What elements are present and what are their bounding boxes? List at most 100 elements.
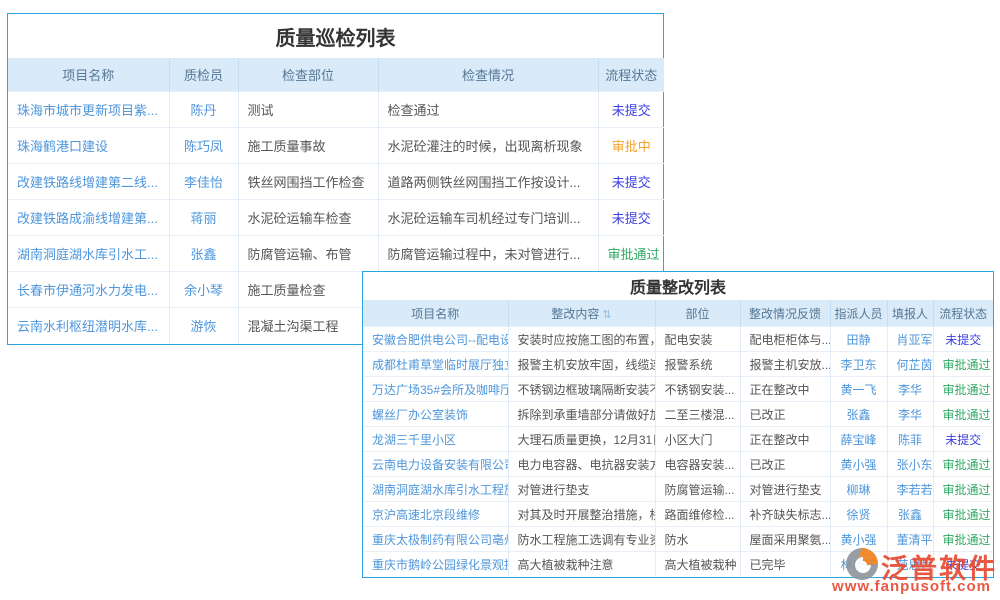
reporter-link[interactable]: 张小东 bbox=[887, 452, 933, 477]
col-header-project-name: 项目名称 bbox=[363, 300, 508, 327]
project-link[interactable]: 安徽合肥供电公司--配电设备... bbox=[363, 327, 508, 352]
assignee-link[interactable]: 柳琳 bbox=[830, 477, 887, 502]
part-cell: 电容器安装... bbox=[655, 452, 740, 477]
status-badge: 审批通过 bbox=[933, 377, 993, 402]
reporter-link[interactable]: 董清平 bbox=[887, 527, 933, 552]
inspector-link[interactable]: 陈巧凤 bbox=[169, 128, 238, 164]
col-header-part: 部位 bbox=[655, 300, 740, 327]
feedback-cell: 报警主机安放... bbox=[740, 352, 830, 377]
inspection-header-row: 项目名称 质检员 检查部位 检查情况 流程状态 bbox=[8, 58, 664, 92]
feedback-cell: 已改正 bbox=[740, 452, 830, 477]
reporter-link[interactable]: 肖亚军 bbox=[887, 327, 933, 352]
project-link[interactable]: 重庆太极制药有限公司亳州中... bbox=[363, 527, 508, 552]
rectify-content-cell: 对管进行垫支 bbox=[508, 477, 655, 502]
rectify-content-cell: 拆除到承重墙部分请做好加固... bbox=[508, 402, 655, 427]
col-header-process-status: 流程状态 bbox=[598, 58, 664, 92]
rectify-content-cell: 电力电容器、电抗器安装方案,... bbox=[508, 452, 655, 477]
reporter-link[interactable]: 李华 bbox=[887, 377, 933, 402]
col-header-feedback: 整改情况反馈 bbox=[740, 300, 830, 327]
project-link[interactable]: 改建铁路成渝线增建第... bbox=[8, 200, 169, 236]
table-row: 重庆太极制药有限公司亳州中...防水工程施工选调有专业资质...防水屋面采用聚氨… bbox=[363, 527, 993, 552]
assignee-link[interactable]: 张鑫 bbox=[830, 402, 887, 427]
rectification-table: 项目名称 整改内容⇅ 部位 整改情况反馈 指派人员 填报人 流程状态 安徽合肥供… bbox=[363, 300, 993, 577]
project-link[interactable]: 湖南洞庭湖水库引水工... bbox=[8, 236, 169, 272]
col-header-project-name: 项目名称 bbox=[8, 58, 169, 92]
assignee-link[interactable]: 薛宝峰 bbox=[830, 427, 887, 452]
feedback-cell: 补齐缺失标志... bbox=[740, 502, 830, 527]
inspected-part-cell: 防腐管运输、布管 bbox=[238, 236, 378, 272]
inspector-link[interactable]: 陈丹 bbox=[169, 92, 238, 128]
status-badge: 审批中 bbox=[598, 128, 664, 164]
table-row: 珠海市城市更新项目紫...陈丹测试检查通过未提交 bbox=[8, 92, 664, 128]
status-badge: 审批通过 bbox=[933, 352, 993, 377]
project-link[interactable]: 重庆市鹅岭公园绿化景观提升... bbox=[363, 552, 508, 577]
reporter-link[interactable]: 何芷茵 bbox=[887, 352, 933, 377]
assignee-link[interactable]: 黄小强 bbox=[830, 527, 887, 552]
col-header-rectify-content[interactable]: 整改内容⇅ bbox=[508, 300, 655, 327]
project-link[interactable]: 螺丝厂办公室装饰 bbox=[363, 402, 508, 427]
table-row: 云南电力设备安装有限公司20...电力电容器、电抗器安装方案,...电容器安装.… bbox=[363, 452, 993, 477]
sort-icon[interactable]: ⇅ bbox=[602, 309, 611, 321]
inspector-link[interactable]: 张鑫 bbox=[169, 236, 238, 272]
reporter-link[interactable]: 李若若 bbox=[887, 477, 933, 502]
rectification-table-body: 安徽合肥供电公司--配电设备...安装时应按施工图的布置，将...配电安装配电柜… bbox=[363, 327, 993, 577]
reporter-link[interactable]: 陈菲 bbox=[887, 427, 933, 452]
assignee-link[interactable]: 李卫东 bbox=[830, 352, 887, 377]
assignee-link[interactable]: 徐贤 bbox=[830, 502, 887, 527]
reporter-link[interactable]: 张鑫 bbox=[887, 502, 933, 527]
project-link[interactable]: 湖南洞庭湖水库引水工程施工标 bbox=[363, 477, 508, 502]
status-badge: 未提交 bbox=[598, 164, 664, 200]
project-link[interactable]: 成都杜甫草堂临时展厅独立展... bbox=[363, 352, 508, 377]
rectify-content-cell: 对其及时开展整治措施，桥头... bbox=[508, 502, 655, 527]
part-cell: 小区大门 bbox=[655, 427, 740, 452]
project-link[interactable]: 珠海鹤港口建设 bbox=[8, 128, 169, 164]
inspection-situation-cell: 水泥砼灌注的时候，出现离析现象 bbox=[378, 128, 598, 164]
assignee-link[interactable]: 田静 bbox=[830, 327, 887, 352]
project-link[interactable]: 万达广场35#会所及咖啡厅空... bbox=[363, 377, 508, 402]
table-row: 珠海鹤港口建设陈巧凤施工质量事故水泥砼灌注的时候，出现离析现象审批中 bbox=[8, 128, 664, 164]
project-link[interactable]: 云南水利枢纽潜明水库... bbox=[8, 308, 169, 344]
inspected-part-cell: 施工质量事故 bbox=[238, 128, 378, 164]
feedback-cell: 已完毕 bbox=[740, 552, 830, 577]
assignee-link[interactable]: 黄一飞 bbox=[830, 377, 887, 402]
inspector-link[interactable]: 游恢 bbox=[169, 308, 238, 344]
inspected-part-cell: 水泥砼运输车检查 bbox=[238, 200, 378, 236]
status-badge: 审批通过 bbox=[598, 236, 664, 272]
rectification-list-title: 质量整改列表 bbox=[363, 272, 993, 300]
inspected-part-cell: 测试 bbox=[238, 92, 378, 128]
part-cell: 高大植被栽种 bbox=[655, 552, 740, 577]
rectify-content-cell: 报警主机安放牢固，线缆连接... bbox=[508, 352, 655, 377]
rectification-list-panel: 质量整改列表 项目名称 整改内容⇅ 部位 整改情况反馈 指派人员 填报人 流程状… bbox=[362, 271, 994, 578]
table-row: 重庆市鹅岭公园绿化景观提升...高大植被栽种注意高大植被栽种已完毕林康平范思哲未… bbox=[363, 552, 993, 577]
inspector-link[interactable]: 李佳怡 bbox=[169, 164, 238, 200]
col-header-reporter: 填报人 bbox=[887, 300, 933, 327]
status-badge: 未提交 bbox=[598, 200, 664, 236]
part-cell: 路面维修检... bbox=[655, 502, 740, 527]
col-header-inspection-situation: 检查情况 bbox=[378, 58, 598, 92]
assignee-link[interactable]: 黄小强 bbox=[830, 452, 887, 477]
rectification-header-row: 项目名称 整改内容⇅ 部位 整改情况反馈 指派人员 填报人 流程状态 bbox=[363, 300, 993, 327]
col-header-inspected-part: 检查部位 bbox=[238, 58, 378, 92]
inspection-list-title: 质量巡检列表 bbox=[8, 14, 663, 58]
part-cell: 配电安装 bbox=[655, 327, 740, 352]
table-row: 安徽合肥供电公司--配电设备...安装时应按施工图的布置，将...配电安装配电柜… bbox=[363, 327, 993, 352]
status-badge: 审批通过 bbox=[933, 402, 993, 427]
inspection-situation-cell: 水泥砼运输车司机经过专门培训... bbox=[378, 200, 598, 236]
project-link[interactable]: 云南电力设备安装有限公司20... bbox=[363, 452, 508, 477]
project-link[interactable]: 长春市伊通河水力发电... bbox=[8, 272, 169, 308]
inspector-link[interactable]: 余小琴 bbox=[169, 272, 238, 308]
reporter-link[interactable]: 范思哲 bbox=[887, 552, 933, 577]
table-row: 改建铁路线增建第二线...李佳怡铁丝网围挡工作检查道路两侧铁丝网围挡工作按设计.… bbox=[8, 164, 664, 200]
assignee-link[interactable]: 林康平 bbox=[830, 552, 887, 577]
table-row: 湖南洞庭湖水库引水工程施工标对管进行垫支防腐管运输...对管进行垫支柳琳李若若审… bbox=[363, 477, 993, 502]
reporter-link[interactable]: 李华 bbox=[887, 402, 933, 427]
inspector-link[interactable]: 蒋丽 bbox=[169, 200, 238, 236]
rectify-content-cell: 安装时应按施工图的布置，将... bbox=[508, 327, 655, 352]
project-link[interactable]: 京沪高速北京段维修 bbox=[363, 502, 508, 527]
rectify-content-label: 整改内容 bbox=[551, 307, 599, 321]
project-link[interactable]: 龙湖三千里小区 bbox=[363, 427, 508, 452]
project-link[interactable]: 改建铁路线增建第二线... bbox=[8, 164, 169, 200]
col-header-inspector: 质检员 bbox=[169, 58, 238, 92]
project-link[interactable]: 珠海市城市更新项目紫... bbox=[8, 92, 169, 128]
inspected-part-cell: 铁丝网围挡工作检查 bbox=[238, 164, 378, 200]
